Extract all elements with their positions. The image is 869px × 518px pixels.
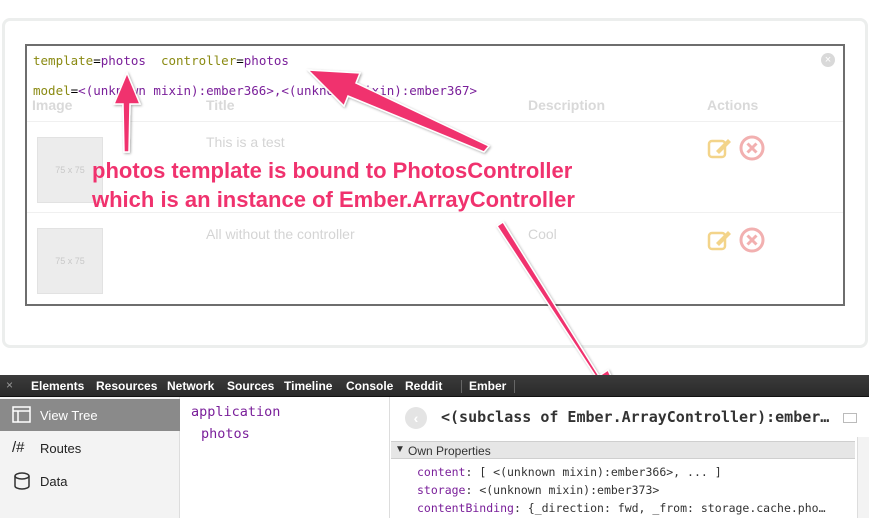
tab-timeline[interactable]: Timeline <box>284 379 332 393</box>
collapse-triangle-icon: ▼ <box>395 444 405 455</box>
tab-resources[interactable]: Resources <box>96 379 157 393</box>
tree-node-photos[interactable]: photos <box>201 426 250 442</box>
sidebar-item-label: Routes <box>40 441 82 456</box>
ember-inspector-panel: View Tree /# Routes Data application pho… <box>0 397 869 518</box>
section-label: Own Properties <box>408 444 491 458</box>
arrow-to-controller <box>306 69 491 153</box>
screenshot-root: × Image Title Description Actions 75 x 7… <box>0 0 869 518</box>
tab-sources[interactable]: Sources <box>227 379 274 393</box>
tab-separator <box>514 380 515 393</box>
property-value: : <(unknown mixin):ember373> <box>465 483 660 497</box>
devtools-close-icon[interactable]: × <box>6 378 13 392</box>
sidebar-item-view-tree[interactable]: View Tree <box>0 399 180 431</box>
annotation-text: photos template is bound to PhotosContro… <box>92 156 575 214</box>
property-key: storage <box>417 483 466 497</box>
send-to-console-icon[interactable] <box>843 413 857 423</box>
view-tree-icon <box>12 406 31 423</box>
sidebar-item-data[interactable]: Data <box>0 465 180 497</box>
property-row[interactable]: content: [ <(unknown mixin):ember366>, .… <box>417 465 722 479</box>
own-properties-section[interactable]: ▼ Own Properties <box>391 441 855 459</box>
property-value: : {_direction: fwd, _from: storage.cache… <box>513 501 826 515</box>
property-key: content <box>417 465 466 479</box>
arrow-to-template <box>112 71 142 153</box>
tab-ember[interactable]: Ember <box>469 379 506 393</box>
tab-reddit[interactable]: Reddit <box>405 379 442 393</box>
view-tree: application photos <box>181 397 390 518</box>
tree-node-application[interactable]: application <box>191 404 280 420</box>
property-value: : [ <(unknown mixin):ember366>, ... ] <box>465 465 722 479</box>
property-row[interactable]: storage: <(unknown mixin):ember373> <box>417 483 659 497</box>
devtools-toolbar: × Elements Resources Network Sources Tim… <box>0 375 869 397</box>
property-key: contentBinding <box>417 501 514 515</box>
tab-network[interactable]: Network <box>167 379 214 393</box>
inspector-title: <(subclass of Ember.ArrayController):emb… <box>441 408 830 426</box>
scrollbar[interactable] <box>857 437 869 518</box>
tab-console[interactable]: Console <box>346 379 393 393</box>
object-inspector: ‹ <(subclass of Ember.ArrayController):e… <box>391 397 869 518</box>
tab-separator <box>461 380 462 393</box>
back-icon[interactable]: ‹ <box>405 407 427 429</box>
annotation-line-2: which is an instance of Ember.ArrayContr… <box>92 187 575 212</box>
database-icon <box>14 472 30 490</box>
sidebar-item-label: View Tree <box>40 408 98 423</box>
routes-icon: /# <box>12 439 25 456</box>
sidebar-item-routes[interactable]: /# Routes <box>0 432 180 464</box>
tab-elements[interactable]: Elements <box>31 379 84 393</box>
property-row[interactable]: contentBinding: {_direction: fwd, _from:… <box>417 501 826 515</box>
sidebar-item-label: Data <box>40 474 68 489</box>
inspector-header: ‹ <(subclass of Ember.ArrayController):e… <box>391 397 869 437</box>
annotation-line-1: photos template is bound to PhotosContro… <box>92 158 573 183</box>
ember-sidebar: View Tree /# Routes Data <box>0 397 180 518</box>
